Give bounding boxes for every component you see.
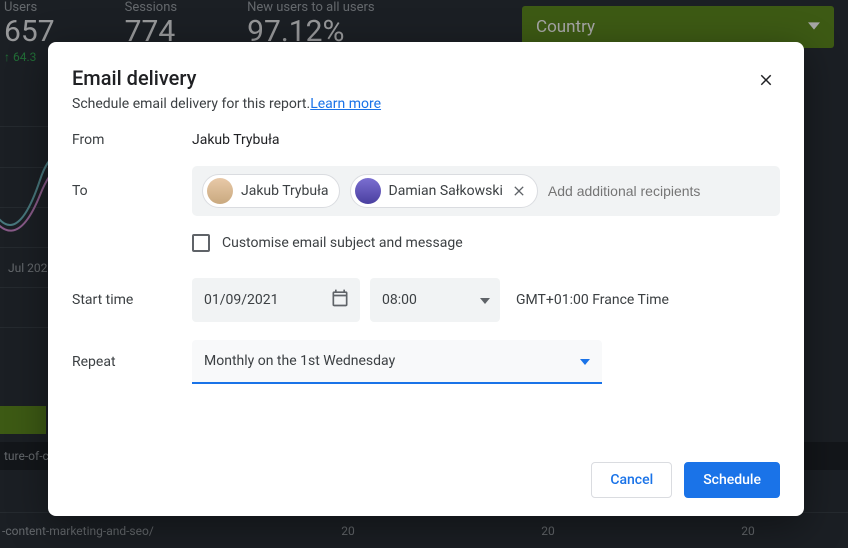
close-icon (757, 71, 775, 93)
email-delivery-modal: Email delivery Schedule email delivery f… (48, 42, 804, 516)
modal-title: Email delivery (72, 66, 381, 90)
remove-recipient-button[interactable] (511, 183, 527, 199)
start-date-field[interactable]: 01/09/2021 (192, 278, 360, 322)
avatar (355, 178, 381, 204)
from-value: Jakub Trybuła (192, 132, 780, 148)
recipient-name: Damian Sałkowski (389, 183, 503, 199)
start-date-value: 01/09/2021 (204, 292, 279, 308)
modal-subtitle: Schedule email delivery for this report.… (72, 96, 381, 112)
customise-checkbox[interactable] (192, 234, 210, 252)
timezone-label: GMT+01:00 France Time (516, 292, 669, 308)
from-label: From (72, 132, 192, 148)
recipient-chip[interactable]: Jakub Trybuła (202, 174, 340, 208)
avatar (207, 178, 233, 204)
chevron-down-icon (580, 353, 590, 369)
customise-checkbox-label: Customise email subject and message (222, 235, 463, 251)
repeat-label: Repeat (72, 354, 192, 370)
recipients-field[interactable]: Jakub Trybuła Damian Sałkowski (192, 166, 780, 216)
close-button[interactable] (752, 68, 780, 96)
add-recipient-input[interactable] (548, 183, 770, 199)
learn-more-link[interactable]: Learn more (310, 96, 381, 112)
calendar-icon (330, 288, 350, 312)
recipient-name: Jakub Trybuła (241, 183, 329, 199)
repeat-value: Monthly on the 1st Wednesday (204, 353, 395, 369)
recipient-chip[interactable]: Damian Sałkowski (350, 174, 538, 208)
repeat-dropdown[interactable]: Monthly on the 1st Wednesday (192, 340, 602, 384)
start-time-value: 08:00 (382, 292, 417, 308)
chevron-down-icon (480, 292, 490, 308)
start-time-field[interactable]: 08:00 (370, 278, 500, 322)
schedule-button[interactable]: Schedule (684, 462, 780, 498)
start-time-label: Start time (72, 292, 192, 308)
close-icon (511, 183, 527, 199)
cancel-button[interactable]: Cancel (591, 462, 672, 498)
to-label: To (72, 183, 192, 199)
